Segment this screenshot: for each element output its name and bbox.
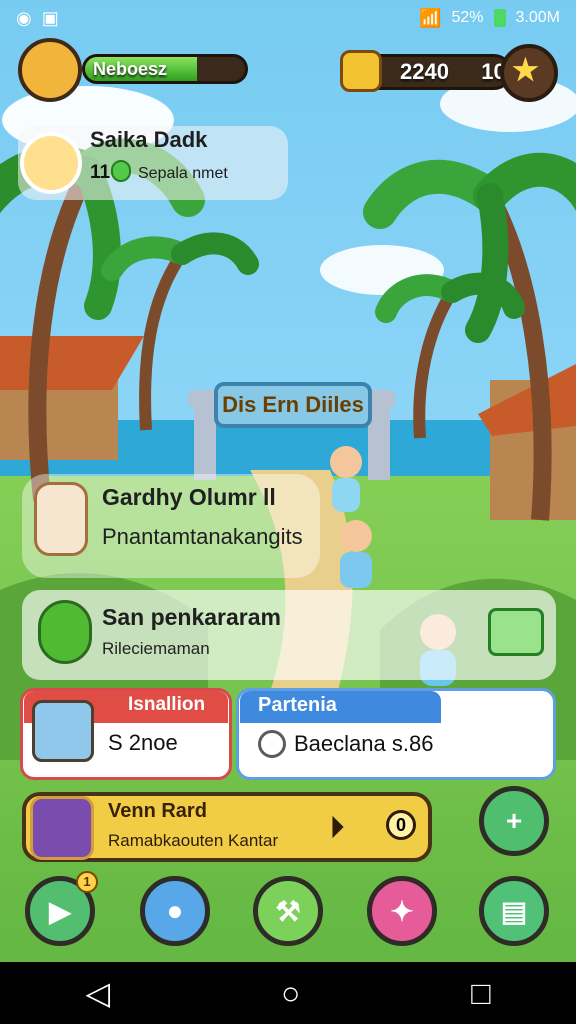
menu-icon	[30, 796, 94, 860]
red-panel-text: S 2noe	[108, 730, 178, 755]
vehicle-button[interactable]: ●	[140, 876, 210, 946]
status-bar: ◉ ▣ 📶 52% 3.00M	[0, 0, 576, 36]
event-subtitle: Rileciemaman	[102, 639, 210, 658]
quest-icon	[34, 482, 88, 556]
play-forward-icon[interactable]: ⏵	[330, 814, 344, 842]
player-name: Saika Dadk	[90, 127, 208, 152]
menu-subtitle: Ramabkaouten Kantar	[108, 831, 279, 850]
game-screen: ◉ ▣ 📶 52% 3.00M Neboesz 2240 10 ★ Saika …	[0, 0, 576, 1024]
menu-title: Venn Rard	[108, 800, 207, 822]
app-icon: ◉	[16, 8, 32, 28]
experience-bar: Neboesz	[82, 54, 248, 84]
experience-label: Neboesz	[93, 59, 168, 79]
status-left: ◉ ▣	[16, 9, 59, 27]
shop-button[interactable]: ▤	[479, 876, 549, 946]
battery-percent: 52%	[451, 9, 484, 26]
home-icon[interactable]: ○	[281, 977, 300, 1009]
image-icon: ▣	[41, 8, 59, 28]
signal-icon: 📶	[419, 8, 442, 28]
blue-panel-text: Baeclana s.86	[294, 731, 434, 756]
event-icon	[38, 600, 92, 664]
gem-icon	[111, 160, 131, 182]
chest-icon	[32, 700, 94, 762]
currency-text: 2240 10	[400, 59, 506, 85]
side-action-button[interactable]: +	[479, 786, 549, 856]
gate-sign: Dis Ern Diiles	[214, 382, 372, 428]
star-icon: ★	[512, 54, 539, 87]
quest-title: Gardhy Olumr ll	[102, 484, 276, 510]
android-navbar: ◁ ○ □	[0, 962, 576, 1024]
player-avatar-icon	[20, 132, 82, 194]
blue-panel-title: Partenia	[258, 694, 337, 716]
notification-badge: 1	[76, 871, 98, 893]
player-avatar[interactable]	[18, 38, 82, 102]
coin-icon	[340, 50, 382, 92]
time-text: 3.00M	[515, 9, 560, 26]
build-button[interactable]: ⚒	[253, 876, 323, 946]
player-level: 11	[90, 162, 111, 183]
back-icon[interactable]: ◁	[85, 977, 110, 1009]
red-panel-title: Isnallion	[128, 694, 206, 715]
battery-icon	[493, 9, 506, 27]
recent-apps-icon[interactable]: □	[471, 977, 490, 1009]
event-action-icon[interactable]	[488, 608, 544, 656]
status-right: 📶 52% 3.00M	[419, 9, 560, 27]
player-status: Sepala nmet	[138, 165, 228, 182]
coin-count: 2240	[400, 59, 449, 84]
menu-action-button[interactable]: 0	[386, 810, 416, 840]
search-icon	[258, 730, 286, 758]
event-title: San penkararam	[102, 604, 281, 630]
magic-button[interactable]: ✦	[367, 876, 437, 946]
quest-subtitle: Pnantamtanakangits	[102, 524, 303, 549]
